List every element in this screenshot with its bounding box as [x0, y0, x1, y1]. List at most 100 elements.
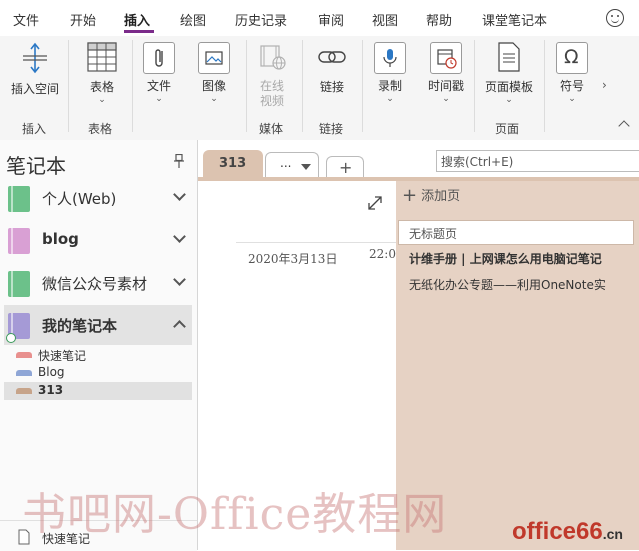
file-button[interactable]: 文件 ⌄: [140, 42, 178, 104]
timestamp-button[interactable]: 时间戳 ⌄: [424, 42, 468, 104]
expand-icon[interactable]: [366, 194, 384, 212]
notebook-item[interactable]: blog: [4, 220, 192, 260]
section-tab-icon: [16, 352, 32, 358]
menu-file[interactable]: 文件: [13, 10, 39, 29]
feedback-smiley-icon[interactable]: [606, 9, 624, 27]
page-item[interactable]: 无纸化办公专题——利用OneNote实: [409, 276, 635, 293]
pin-icon[interactable]: [174, 154, 184, 168]
notebook-label: blog: [42, 230, 79, 248]
link-label: 链接: [319, 80, 344, 94]
menu-review[interactable]: 审阅: [318, 10, 344, 29]
image-label: 图像: [201, 79, 226, 93]
record-button[interactable]: 录制 ⌄: [372, 42, 408, 104]
group-separator: [544, 40, 545, 132]
page-date: 2020年3月13日: [248, 252, 338, 266]
notebook-icon: [8, 186, 30, 212]
page-time: 22:0: [369, 247, 396, 261]
notebook-icon: [8, 228, 30, 254]
table-button[interactable]: 表格 ⌄: [80, 42, 124, 105]
watermark-logo: office66.cn: [512, 518, 623, 546]
symbol-button[interactable]: Ω 符号 ⌄: [554, 42, 590, 104]
menu-class-notebook[interactable]: 课堂笔记本: [482, 10, 547, 29]
notebook-label: 个人(Web): [42, 190, 117, 208]
online-video-icon: [260, 45, 286, 70]
chevron-down-icon: ⌄: [210, 94, 218, 104]
add-section-tab[interactable]: +: [326, 156, 364, 179]
section-tab-313[interactable]: 313: [203, 150, 263, 178]
menu-help[interactable]: 帮助: [426, 10, 452, 29]
file-label: 文件: [146, 79, 171, 93]
page-title-line: [236, 242, 396, 243]
menu-home[interactable]: 开始: [70, 10, 96, 29]
group-separator: [246, 40, 247, 132]
ribbon-scroll-right-icon[interactable]: ›: [602, 78, 607, 92]
add-icon: +: [402, 185, 418, 206]
menu-draw[interactable]: 绘图: [180, 10, 206, 29]
menu-insert[interactable]: 插入: [124, 10, 150, 29]
chevron-down-icon: ⌄: [98, 95, 106, 105]
section-label: 313: [38, 383, 64, 397]
section-item[interactable]: Blog: [4, 364, 192, 382]
section-item-selected[interactable]: 313: [4, 382, 192, 400]
record-label: 录制: [377, 79, 402, 93]
notebook-icon: [8, 271, 30, 297]
add-section-label: +: [339, 158, 353, 177]
link-button[interactable]: 链接: [312, 42, 352, 95]
group-label-links: 链接: [319, 122, 344, 136]
timestamp-label: 时间戳: [427, 79, 464, 93]
section-tab-icon: [16, 388, 32, 394]
chevron-down-icon[interactable]: [173, 188, 186, 201]
section-label: Blog: [38, 365, 65, 379]
watermark-logo-suffix: .cn: [602, 526, 623, 542]
chevron-down-icon[interactable]: [173, 273, 186, 286]
page-template-button[interactable]: 页面模板 ⌄: [480, 42, 538, 105]
add-page-button[interactable]: + 添加页: [402, 184, 461, 206]
chevron-down-icon: ⌄: [568, 94, 576, 104]
symbol-label: 符号: [559, 79, 584, 93]
insert-space-button[interactable]: 插入空间: [6, 42, 64, 97]
ribbon: 插入空间 表格 ⌄ 文件 ⌄ 图像 ⌄ 在线 视频 链接 录制 ⌄ 时间戳 ⌄ …: [0, 36, 639, 141]
active-menu-indicator: [124, 30, 154, 33]
section-label: 快速笔记: [38, 349, 87, 363]
calendar-clock-icon: [430, 42, 462, 74]
chevron-down-icon: ⌄: [155, 94, 163, 104]
group-label-pages: 页面: [495, 122, 520, 136]
group-label-insert: 插入: [22, 122, 47, 136]
section-item[interactable]: 快速笔记: [4, 346, 192, 364]
add-page-label: 添加页: [421, 189, 461, 204]
menu-history[interactable]: 历史记录: [235, 10, 287, 29]
more-sections-tab[interactable]: ...: [265, 152, 319, 179]
page-item-label: 无标题页: [409, 227, 458, 241]
notebook-item[interactable]: 个人(Web): [4, 178, 192, 218]
insert-space-icon: [23, 42, 47, 74]
page-template-icon: [498, 42, 520, 72]
notebook-label: 我的笔记本: [42, 317, 118, 335]
online-video-button[interactable]: 在线 视频: [252, 42, 292, 108]
group-separator: [362, 40, 363, 132]
group-separator: [302, 40, 303, 132]
table-label: 表格: [89, 80, 114, 94]
image-button[interactable]: 图像 ⌄: [194, 42, 234, 104]
chevron-down-icon: ⌄: [442, 94, 450, 104]
table-icon: [87, 42, 117, 72]
section-tab-icon: [16, 370, 32, 376]
chevron-up-icon[interactable]: [173, 320, 186, 333]
group-label-media: 媒体: [259, 122, 284, 136]
chevron-down-icon[interactable]: [173, 230, 186, 243]
group-separator: [474, 40, 475, 132]
collapse-ribbon-icon[interactable]: [618, 120, 630, 132]
search-input[interactable]: 搜索(Ctrl+E): [436, 150, 639, 172]
page-template-label: 页面模板: [484, 80, 533, 94]
page-item-selected[interactable]: 无标题页: [398, 220, 634, 245]
menu-view[interactable]: 视图: [372, 10, 398, 29]
paperclip-icon: [143, 42, 175, 74]
watermark-text: 书吧网-Office教程网: [22, 489, 448, 540]
notebook-item-selected[interactable]: 我的笔记本: [4, 305, 192, 345]
notebook-item[interactable]: 微信公众号素材: [4, 263, 192, 303]
online-video-label-line1: 在线: [259, 79, 284, 93]
omega-symbol-icon: Ω: [556, 42, 588, 74]
link-icon: [318, 51, 346, 63]
online-video-label-line2: 视频: [259, 94, 284, 108]
group-separator: [68, 40, 69, 132]
page-item[interactable]: 计维手册 | 上网课怎么用电脑记笔记: [409, 250, 635, 267]
